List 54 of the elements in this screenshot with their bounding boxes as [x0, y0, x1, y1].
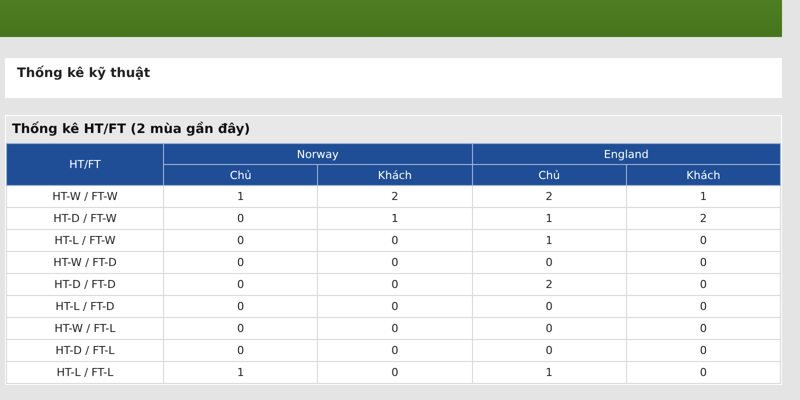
row-label: HT-L / FT-L — [6, 362, 164, 384]
table-cell: 0 — [318, 274, 472, 296]
table-cell: 1 — [626, 186, 780, 208]
row-label: HT-W / FT-D — [6, 252, 164, 274]
column-header: HT/FT — [6, 144, 164, 186]
table-cell: 0 — [164, 230, 318, 252]
table-cell: 0 — [318, 296, 472, 318]
table-cell: 0 — [318, 230, 472, 252]
table-cell: 1 — [318, 208, 472, 230]
table-cell: 0 — [626, 252, 780, 274]
table-cell: 1 — [472, 362, 626, 384]
column-header: Khách — [318, 164, 472, 186]
panel-title: Thống kê kỹ thuật — [17, 66, 150, 81]
table-cell: 0 — [626, 230, 780, 252]
table-cell: 2 — [472, 274, 626, 296]
table-cell: 2 — [472, 186, 626, 208]
table-cell: 1 — [164, 186, 318, 208]
table-cell: 0 — [626, 296, 780, 318]
table-cell: 0 — [164, 318, 318, 340]
table-cell: 0 — [318, 362, 472, 384]
table-cell: 0 — [164, 252, 318, 274]
row-label: HT-D / FT-D — [6, 274, 164, 296]
table-cell: 0 — [472, 318, 626, 340]
table-cell: 0 — [472, 252, 626, 274]
section-title: Thống kê HT/FT (2 mùa gần đây) — [12, 122, 250, 137]
table-cell: 0 — [318, 252, 472, 274]
row-label: HT-W / FT-L — [6, 318, 164, 340]
table-cell: 2 — [626, 208, 780, 230]
row-label: HT-L / FT-D — [6, 296, 164, 318]
table-cell: 0 — [626, 318, 780, 340]
team-header: Norway — [164, 144, 472, 164]
table-cell: 0 — [626, 274, 780, 296]
row-label: HT-D / FT-L — [6, 340, 164, 362]
column-header: Chủ — [164, 164, 318, 186]
table-cell: 0 — [164, 208, 318, 230]
table-cell: 2 — [318, 186, 472, 208]
table-cell: 1 — [164, 362, 318, 384]
table-cell: 0 — [626, 362, 780, 384]
table-cell: 0 — [318, 340, 472, 362]
table-cell: 0 — [472, 296, 626, 318]
row-label: HT-D / FT-W — [6, 208, 164, 230]
row-label: HT-L / FT-W — [6, 230, 164, 252]
table-cell: 0 — [164, 296, 318, 318]
table-cell: 0 — [626, 340, 780, 362]
table-cell: 0 — [472, 340, 626, 362]
column-header: Khách — [626, 164, 780, 186]
table-cell: 0 — [164, 340, 318, 362]
table-cell: 1 — [472, 208, 626, 230]
table-cell: 0 — [164, 274, 318, 296]
column-header: Chủ — [472, 164, 626, 186]
team-header: England — [472, 144, 780, 164]
table-cell: 1 — [472, 230, 626, 252]
table-cell: 0 — [318, 318, 472, 340]
row-label: HT-W / FT-W — [6, 186, 164, 208]
